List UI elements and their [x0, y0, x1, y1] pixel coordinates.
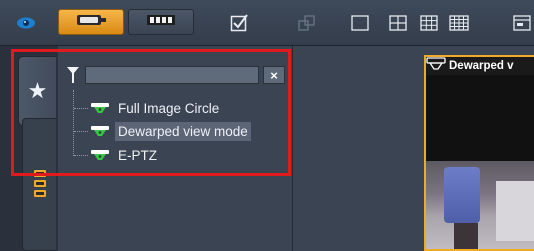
layout-2x2-icon[interactable] [388, 13, 408, 33]
camera-tree-panel: × Full Image Circle Dewarped view mode E… [58, 46, 292, 251]
star-icon: ★ [27, 78, 48, 103]
link-icon[interactable] [296, 12, 318, 34]
camera-rail-icon [146, 13, 176, 31]
fisheye-camera-icon [426, 57, 446, 76]
sidebar-tab-rail: ★ [0, 46, 58, 251]
camera-video-image [426, 161, 534, 249]
tree-item-label: E-PTZ [118, 147, 157, 163]
cameras-tab[interactable] [22, 118, 56, 251]
camera-icon [74, 12, 108, 33]
favorites-tab[interactable]: ★ [18, 56, 56, 126]
view-cell-header: Dewarped v [426, 57, 534, 75]
search-row: × [66, 64, 286, 86]
tree-item-label: Full Image Circle [118, 100, 220, 116]
layout-3x3-icon[interactable] [419, 13, 439, 33]
eye-icon[interactable] [14, 12, 38, 34]
fisheye-camera-icon [89, 101, 111, 115]
layout-4x4-icon[interactable] [449, 13, 469, 33]
checkbox-icon[interactable] [228, 12, 250, 34]
camera-tree: Full Image Circle Dewarped view mode E-P… [68, 90, 288, 170]
filter-icon [66, 66, 80, 84]
top-toolbar [0, 0, 534, 46]
layout-wide-icon[interactable] [512, 13, 532, 33]
tree-item-full-image-circle[interactable]: Full Image Circle [74, 98, 288, 118]
camera-view-button[interactable] [58, 9, 124, 35]
tree-item-e-ptz[interactable]: E-PTZ [74, 145, 288, 165]
fisheye-camera-icon [89, 148, 111, 162]
video-view-cell[interactable]: Dewarped v [424, 55, 534, 251]
clear-search-button[interactable]: × [263, 66, 285, 84]
layout-1x1-icon[interactable] [350, 13, 370, 33]
close-icon: × [270, 67, 278, 83]
sequence-view-button[interactable] [128, 9, 194, 35]
tree-item-dewarped-view-mode[interactable]: Dewarped view mode [74, 121, 288, 141]
app-window: ★ × Full Image Circle Dewarped view mode… [0, 0, 534, 251]
tree-item-label: Dewarped view mode [115, 121, 251, 141]
search-input[interactable] [85, 66, 259, 84]
camera-group-icon [32, 169, 48, 199]
view-cell-title: Dewarped v [449, 60, 514, 72]
fisheye-camera-icon [89, 124, 111, 138]
view-area: Dewarped v [292, 46, 534, 251]
